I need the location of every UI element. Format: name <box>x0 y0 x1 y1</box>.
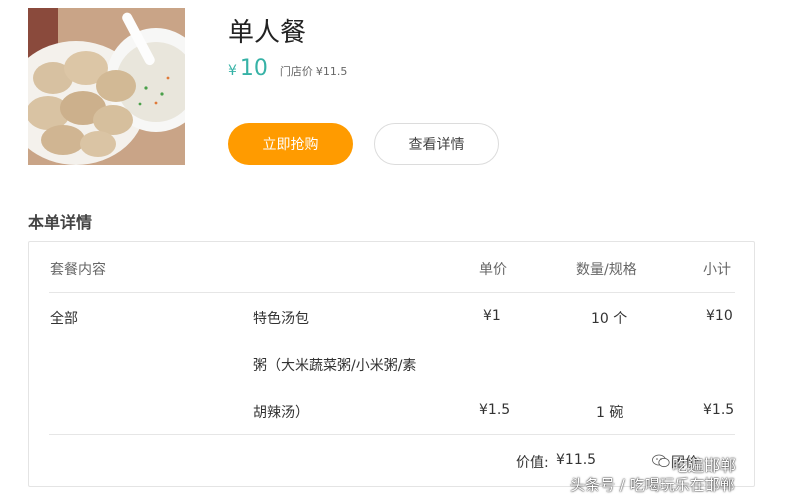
item-quantity: 1 碗 <box>596 405 624 421</box>
price-row: ¥ 10 门店价 ¥11.5 <box>228 56 347 81</box>
footer-divider <box>49 434 735 435</box>
item-quantity: 10 个 <box>591 311 628 327</box>
food-photo-icon <box>28 8 185 165</box>
price-currency: ¥ <box>228 63 237 79</box>
store-price: ¥11.5 <box>315 65 348 78</box>
item-subtotal: ¥1.5 <box>703 402 735 418</box>
section-title: 本单详情 <box>28 213 93 232</box>
item-name-line2: 胡辣汤） <box>253 405 309 421</box>
header-divider <box>49 292 735 293</box>
item-subtotal: ¥10 <box>706 308 733 324</box>
category-cell: 全部 <box>50 311 78 327</box>
item-unit-price: ¥1.5 <box>479 402 511 418</box>
header-unit-price: 单价 <box>479 262 507 278</box>
header-subtotal: 小计 <box>703 262 731 278</box>
group-price: 10 <box>239 56 268 81</box>
total-value: ¥11.5 <box>556 452 597 468</box>
header-content: 套餐内容 <box>50 262 106 278</box>
buy-now-button[interactable]: 立即抢购 <box>228 123 353 165</box>
item-name-line1: 粥（大米蔬菜粥/小米粥/素 <box>253 358 417 374</box>
header-quantity: 数量/规格 <box>576 262 637 278</box>
item-unit-price: ¥1 <box>483 308 501 324</box>
watermark-source: 头条号 / 吃喝玩乐在邯郸 <box>570 476 735 494</box>
store-price-label: 门店价 <box>279 65 313 78</box>
view-details-button[interactable]: 查看详情 <box>374 123 499 165</box>
product-title: 单人餐 <box>228 18 307 48</box>
item-name: 特色汤包 <box>253 311 309 327</box>
total-label: 价值: <box>516 455 549 471</box>
product-image <box>28 8 185 165</box>
wechat-icon <box>652 454 670 468</box>
watermark-brand: 吃遍邯郸 <box>672 456 737 475</box>
